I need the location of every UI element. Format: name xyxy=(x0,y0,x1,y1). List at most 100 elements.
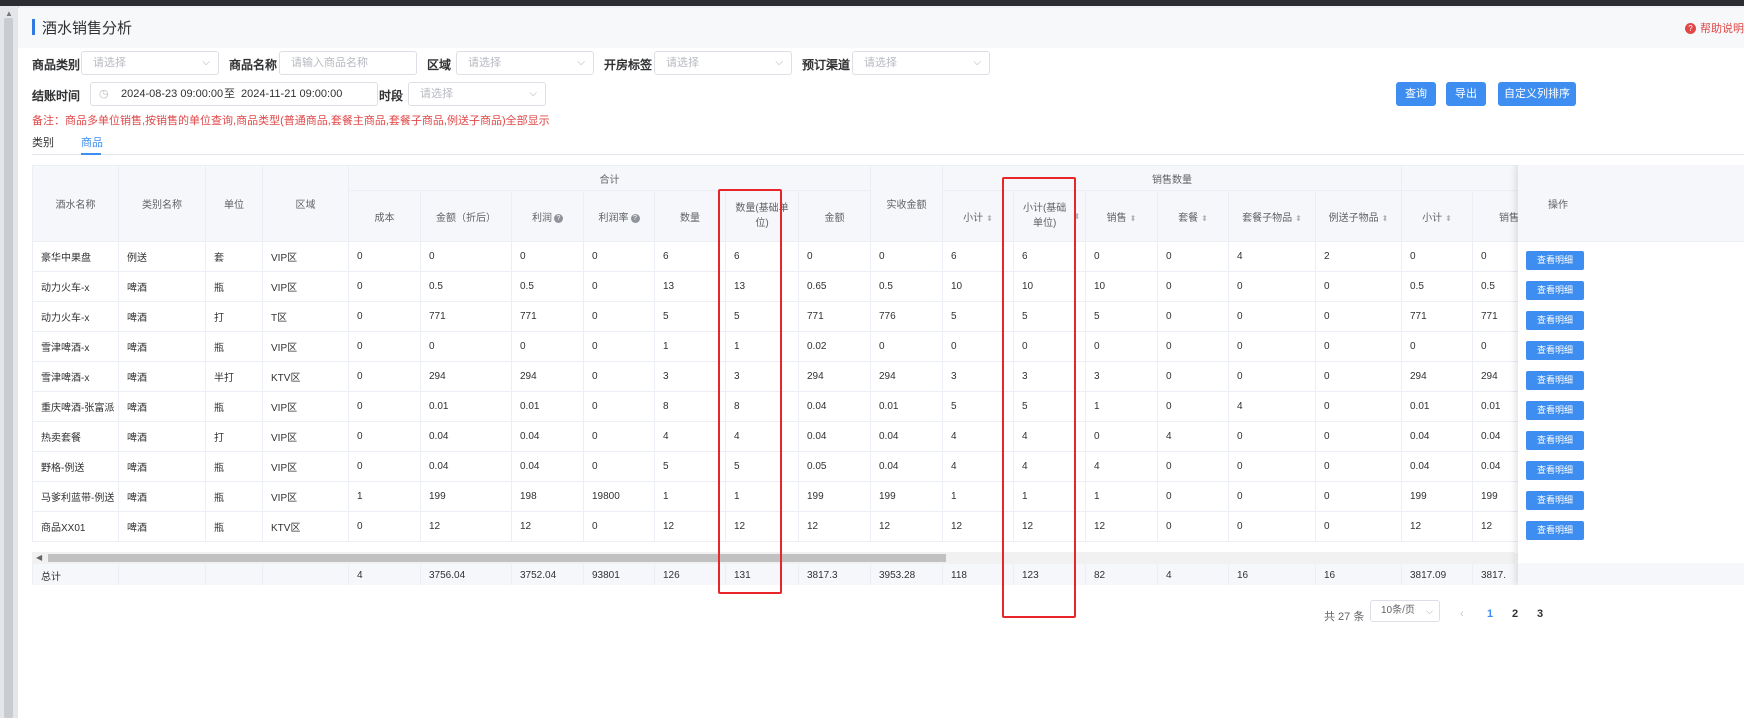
cell-sale: 0 xyxy=(1085,331,1158,362)
date-start[interactable]: 2024-08-23 09:00:00 xyxy=(121,83,223,105)
cell-unit: 半打 xyxy=(205,361,263,392)
view-detail-button[interactable]: 查看明细 xyxy=(1526,401,1584,420)
cell-amt: 0 xyxy=(798,241,871,272)
cell-subtotal-2: 0.04 xyxy=(1401,421,1473,452)
cell-name: 动力火车-x xyxy=(32,271,119,302)
cell-cost: 0 xyxy=(348,451,421,482)
scroll-up-icon[interactable]: ▲ xyxy=(5,9,13,18)
cell-received: 0.04 xyxy=(870,421,943,452)
cell-package-child: 0 xyxy=(1228,361,1316,392)
product-name-input[interactable]: 请输入商品名称 xyxy=(279,51,417,75)
cell-cost: 0 xyxy=(348,391,421,422)
page-size-select[interactable]: 10条/页 ⌵ xyxy=(1370,600,1440,622)
cell-unit: 打 xyxy=(205,301,263,332)
cell-package: 0 xyxy=(1157,391,1229,422)
cell-margin: 0 xyxy=(583,391,655,422)
view-detail-button[interactable]: 查看明细 xyxy=(1526,461,1584,480)
cell-cost: 1 xyxy=(348,481,421,512)
export-button[interactable]: 导出 xyxy=(1446,82,1486,106)
cell-category: 啤酒 xyxy=(118,271,206,302)
header-subtotal-2[interactable]: 小计 ⬍ xyxy=(1401,190,1473,242)
cell-subtotal-2: 294 xyxy=(1401,361,1473,392)
cell-cost: 0 xyxy=(348,361,421,392)
sort-icon[interactable]: ⬍ xyxy=(986,214,993,223)
cell-name: 重庆啤酒-张富派 xyxy=(32,391,119,422)
cell-name: 雪津啤酒-x xyxy=(32,331,119,362)
vertical-scrollbar[interactable]: ▲ xyxy=(0,6,19,718)
cell-area: T区 xyxy=(262,301,349,332)
cell-package-child: 0 xyxy=(1228,301,1316,332)
cell-amt: 0.04 xyxy=(798,391,871,422)
header-gift-child[interactable]: 例送子物品 ⬍ xyxy=(1315,190,1402,242)
category-select[interactable]: 请选择 ⌵ xyxy=(81,51,219,75)
view-detail-button[interactable]: 查看明细 xyxy=(1526,311,1584,330)
view-detail-button[interactable]: 查看明细 xyxy=(1526,251,1584,270)
cell-profit: 198 xyxy=(511,481,584,512)
question-icon: ? xyxy=(1685,23,1696,34)
header-package-child[interactable]: 套餐子物品 ⬍ xyxy=(1228,190,1316,242)
cell-amt: 0.65 xyxy=(798,271,871,302)
date-end[interactable]: 2024-11-21 09:00:00 xyxy=(241,83,342,105)
cell-amount: 0 xyxy=(420,331,512,362)
cell-sale: 3 xyxy=(1085,361,1158,392)
question-icon[interactable]: ? xyxy=(630,213,640,223)
view-detail-button[interactable]: 查看明细 xyxy=(1526,341,1584,360)
cell-gift-child: 0 xyxy=(1315,511,1402,542)
sort-icon[interactable]: ⬍ xyxy=(1130,214,1137,223)
cell-package: 0 xyxy=(1157,361,1229,392)
view-detail-button[interactable]: 查看明细 xyxy=(1526,371,1584,390)
scrollbar-thumb[interactable] xyxy=(4,18,13,718)
cell-gift-child: 0 xyxy=(1315,421,1402,452)
custom-columns-button[interactable]: 自定义列排序 xyxy=(1498,82,1576,106)
channel-select[interactable]: 请选择 ⌵ xyxy=(852,51,990,75)
question-icon[interactable]: ? xyxy=(554,213,563,223)
cell-category: 啤酒 xyxy=(118,391,206,422)
sort-icon[interactable]: ⬍ xyxy=(1445,214,1452,223)
page-2[interactable]: 2 xyxy=(1512,608,1518,620)
prev-page-icon[interactable]: ‹ xyxy=(1460,608,1464,620)
query-button[interactable]: 查询 xyxy=(1396,82,1436,106)
tab-product[interactable]: 商品 xyxy=(81,134,103,150)
period-label: 时段 xyxy=(379,89,404,103)
cell-received: 776 xyxy=(870,301,943,332)
view-detail-button[interactable]: 查看明细 xyxy=(1526,431,1584,450)
category-label: 商品类别 xyxy=(32,58,81,72)
cell-profit: 0 xyxy=(511,241,584,272)
period-select[interactable]: 请选择 ⌵ xyxy=(408,82,546,106)
cell-amt: 0.02 xyxy=(798,331,871,362)
cell-gift-child: 2 xyxy=(1315,241,1402,272)
page-title: 酒水销售分析 xyxy=(42,20,133,37)
room-tag-select[interactable]: 请选择 ⌵ xyxy=(654,51,792,75)
cell-margin: 0 xyxy=(583,301,655,332)
page-3[interactable]: 3 xyxy=(1537,608,1543,620)
cell-cost: 0 xyxy=(348,301,421,332)
cell-area: VIP区 xyxy=(262,391,349,422)
view-detail-button[interactable]: 查看明细 xyxy=(1526,491,1584,510)
sort-icon[interactable]: ⬍ xyxy=(1382,214,1389,223)
table-row: 动力火车-x 啤酒打 T区 0 771 771 0 5 5 771 776 5 5 5 0 0 0 771 771 xyxy=(32,301,1545,332)
header-sale[interactable]: 销售 ⬍ xyxy=(1085,190,1158,242)
sort-icon[interactable]: ⬍ xyxy=(1295,214,1302,223)
cell-amount: 0.04 xyxy=(420,421,512,452)
tab-category[interactable]: 类别 xyxy=(32,134,54,150)
cell-unit: 瓶 xyxy=(205,271,263,302)
cell-subtotal-2: 771 xyxy=(1401,301,1473,332)
highlight-box-qty-base xyxy=(718,189,782,594)
header-cost: 成本 xyxy=(348,190,421,242)
page-1[interactable]: 1 xyxy=(1487,608,1493,620)
cell-received: 0 xyxy=(870,331,943,362)
checkout-date-range[interactable]: ◷ 2024-08-23 09:00:00 至 2024-11-21 09:00… xyxy=(90,82,378,106)
table-row: 动力火车-x 啤酒瓶 VIP区 0 0.5 0.5 0 13 13 0.65 0.5 10 10 10 0 0… xyxy=(32,271,1545,302)
sort-icon[interactable]: ⬍ xyxy=(1201,214,1208,223)
cell-name: 豪华中果盘 xyxy=(32,241,119,272)
cell-package: 0 xyxy=(1157,451,1229,482)
scroll-left-icon[interactable]: ◀ xyxy=(36,552,42,564)
chevron-down-icon: ⌵ xyxy=(973,57,981,68)
title-accent-bar xyxy=(32,19,35,35)
view-detail-button[interactable]: 查看明细 xyxy=(1526,281,1584,300)
header-package[interactable]: 套餐 ⬍ xyxy=(1157,190,1229,242)
area-select[interactable]: 请选择 ⌵ xyxy=(456,51,594,75)
help-link[interactable]: ? 帮助说明 xyxy=(1685,20,1744,36)
view-detail-button[interactable]: 查看明细 xyxy=(1526,521,1584,540)
horizontal-scrollbar-thumb[interactable] xyxy=(48,554,946,562)
